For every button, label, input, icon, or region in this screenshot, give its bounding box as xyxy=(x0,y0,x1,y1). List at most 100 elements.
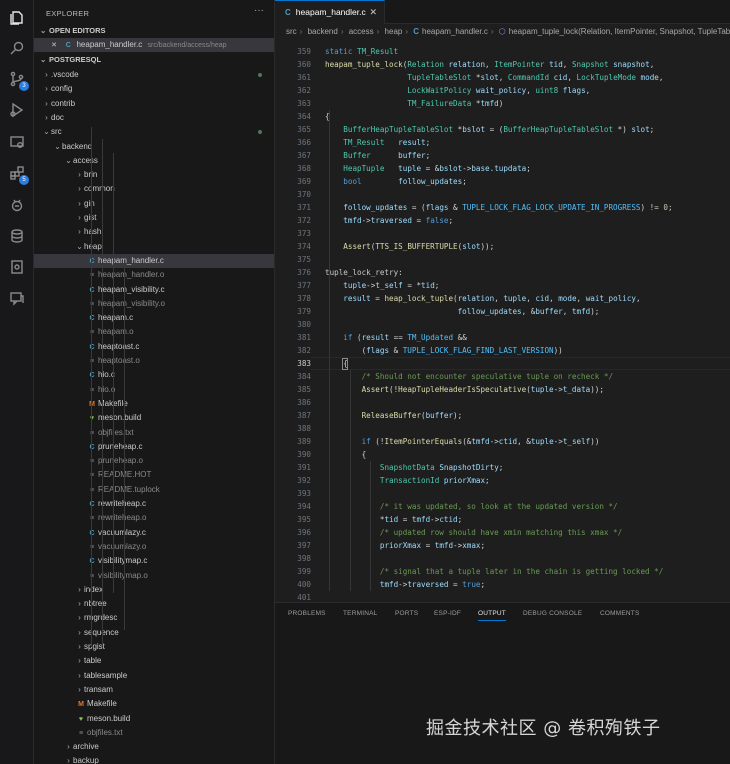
device-icon[interactable] xyxy=(8,258,26,276)
tree-file[interactable]: Cvisibilitymap.c xyxy=(34,554,274,568)
tree-folder[interactable]: › tablesample xyxy=(34,669,274,683)
tree-file[interactable]: ≡ visibilitymap.o xyxy=(34,569,274,583)
tree-folder[interactable]: › gin xyxy=(34,197,274,211)
code-line[interactable]: { xyxy=(325,448,367,461)
tree-folder[interactable]: › common xyxy=(34,182,274,196)
tree-file[interactable]: ≡ heapam_visibility.o xyxy=(34,297,274,311)
code-line[interactable]: Assert(!HeapTupleHeaderIsSpeculative(tup… xyxy=(325,383,604,396)
code-line[interactable]: TransactionId priorXmax; xyxy=(325,474,490,487)
tab-ports[interactable]: PORTS xyxy=(395,610,418,617)
tree-file[interactable]: Cheapam_visibility.c xyxy=(34,283,274,297)
code-line[interactable]: if (!ItemPointerEquals(&tmfd->ctid, &tup… xyxy=(325,435,600,448)
breadcrumb-item[interactable]: heapam_handler.c xyxy=(422,27,488,36)
tree-file[interactable]: MMakefile xyxy=(34,397,274,411)
database-icon[interactable] xyxy=(8,227,26,245)
tree-folder[interactable]: › backup xyxy=(34,754,274,764)
tab-terminal[interactable]: TERMINAL xyxy=(343,610,377,617)
code-line[interactable]: { xyxy=(325,110,330,123)
tree-folder[interactable]: ›sequence xyxy=(34,626,274,640)
tree-folder[interactable]: › archive xyxy=(34,740,274,754)
code-editor[interactable]: 359 static TM_Result 360 heapam_tuple_lock(… xyxy=(275,43,730,602)
tree-folder[interactable]: ⌄access xyxy=(34,154,274,168)
tab-output[interactable]: OUTPUT xyxy=(478,610,506,621)
breadcrumb-item[interactable]: src xyxy=(286,27,297,36)
tree-file[interactable]: Cpruneheap.c xyxy=(34,440,274,454)
tree-file[interactable]: ≡ hio.o xyxy=(34,383,274,397)
code-line[interactable]: Buffer buffer; xyxy=(325,149,430,162)
tree-folder[interactable]: ⌄backend xyxy=(34,140,274,154)
code-line[interactable]: /* signal that a tuple later in the chai… xyxy=(325,565,663,578)
code-line[interactable]: tmfd->traversed = false; xyxy=(325,214,453,227)
tree-file[interactable]: ♥ meson.build xyxy=(34,712,274,726)
postgresql-header[interactable]: ⌄ POSTGRESQL xyxy=(34,53,274,67)
open-editors-header[interactable]: ⌄ OPEN EDITORS xyxy=(34,24,274,38)
code-line[interactable]: *tid = tmfd->ctid; xyxy=(325,513,462,526)
code-line[interactable]: priorXmax = tmfd->xmax; xyxy=(325,539,485,552)
tab-esp-idf[interactable]: ESP-IDF xyxy=(434,610,461,617)
files-icon[interactable] xyxy=(8,9,26,27)
tree-folder[interactable]: › doc xyxy=(34,111,274,125)
code-line[interactable]: follow_updates, &buffer, tmfd); xyxy=(325,305,600,318)
open-editor-item[interactable]: ✕ C heapam_handler.c src/backend/access/… xyxy=(34,38,274,53)
code-line[interactable]: ReleaseBuffer(buffer); xyxy=(325,409,463,422)
code-line[interactable]: tuple_lock_retry: xyxy=(325,266,403,279)
breadcrumb-item[interactable]: heapam_tuple_lock(Relation, ItemPointer,… xyxy=(509,27,730,36)
tree-file[interactable]: Crewriteheap.c xyxy=(34,497,274,511)
tree-folder[interactable]: › index xyxy=(34,583,274,597)
more-actions-icon[interactable]: ··· xyxy=(254,5,264,16)
search-icon[interactable] xyxy=(8,39,26,57)
code-line[interactable]: /* Should not encounter speculative tupl… xyxy=(325,370,613,383)
tree-folder[interactable]: ⌄src xyxy=(34,125,274,139)
tree-file[interactable]: ≡ README.tuplock xyxy=(34,483,274,497)
tree-folder[interactable]: › hash xyxy=(34,225,274,239)
code-line[interactable]: TupleTableSlot *slot, CommandId cid, Loc… xyxy=(325,71,663,84)
code-line[interactable]: follow_updates = (flags & TUPLE_LOCK_FLA… xyxy=(325,201,672,214)
breadcrumb-item[interactable]: access xyxy=(349,27,374,36)
code-line[interactable]: tuple->t_self = *tid; xyxy=(325,279,439,292)
remote-explorer-icon[interactable] xyxy=(8,133,26,151)
tab-comments[interactable]: COMMENTS xyxy=(600,610,640,617)
code-line[interactable]: Assert(TTS_IS_BUFFERTUPLE(slot)); xyxy=(325,240,494,253)
tree-folder[interactable]: › contrib xyxy=(34,97,274,111)
breadcrumb-item[interactable]: heap xyxy=(385,27,403,36)
tree-file[interactable]: ≡ heapam_handler.o xyxy=(34,268,274,282)
tree-folder[interactable]: › config xyxy=(34,82,274,96)
tree-file[interactable]: ≡ vacuumlazy.o xyxy=(34,540,274,554)
code-line[interactable]: /* updated row should have xmin matching… xyxy=(325,526,622,539)
code-line[interactable]: SnapshotData SnapshotDirty; xyxy=(325,461,503,474)
tree-folder[interactable]: › rmgrdesc xyxy=(34,611,274,625)
comments-icon[interactable] xyxy=(8,289,26,307)
tree-file[interactable]: Cheaptoast.c xyxy=(34,340,274,354)
breadcrumb-item[interactable]: backend xyxy=(308,27,338,36)
code-line[interactable]: heapam_tuple_lock(Relation relation, Ite… xyxy=(325,58,654,71)
tree-file[interactable]: MMakefile xyxy=(34,697,274,711)
code-line[interactable]: bool follow_updates; xyxy=(325,175,466,188)
code-line[interactable]: TM_Result result; xyxy=(325,136,430,149)
code-line[interactable]: static TM_Result xyxy=(325,45,398,58)
close-icon[interactable]: ✕ xyxy=(48,39,60,53)
tree-file[interactable]: ≡ heapam.o xyxy=(34,325,274,339)
tree-file[interactable]: ♥ meson.build xyxy=(34,411,274,425)
tab-problems[interactable]: PROBLEMS xyxy=(288,610,326,617)
code-line[interactable]: TM_FailureData *tmfd) xyxy=(325,97,503,110)
close-icon[interactable]: ✕ xyxy=(369,1,377,24)
tree-file[interactable]: Cheapam_handler.c xyxy=(34,253,274,269)
tree-folder[interactable]: › .vscode xyxy=(34,68,274,82)
tree-folder[interactable]: › nbtree xyxy=(34,597,274,611)
source-control-icon[interactable]: 3 xyxy=(8,70,29,91)
code-line[interactable]: result = heap_lock_tuple(relation, tuple… xyxy=(325,292,640,305)
tree-file[interactable]: ≡README.HOT xyxy=(34,468,274,482)
tree-folder[interactable]: ⌄heap xyxy=(34,240,274,254)
tree-file[interactable]: ≡ objfiles.txt xyxy=(34,726,274,740)
extensions-icon[interactable]: 5 xyxy=(8,164,29,185)
tree-file[interactable]: ≡ rewriteheap.o xyxy=(34,511,274,525)
tab-debug-console[interactable]: DEBUG CONSOLE xyxy=(523,610,582,617)
code-line[interactable]: BufferHeapTupleTableSlot *bslot = (Buffe… xyxy=(325,123,654,136)
code-line[interactable]: (flags & TUPLE_LOCK_FLAG_FIND_LAST_VERSI… xyxy=(325,344,563,357)
tree-file[interactable]: Cvacuumlazy.c xyxy=(34,526,274,540)
tree-file[interactable]: ≡ heaptoast.o xyxy=(34,354,274,368)
code-line[interactable]: if (result == TM_Updated && xyxy=(325,331,466,344)
code-line[interactable]: tmfd->traversed = true; xyxy=(325,578,485,591)
tree-folder[interactable]: › spgist xyxy=(34,640,274,654)
code-line[interactable]: /* it was updated, so look at the update… xyxy=(325,500,618,513)
